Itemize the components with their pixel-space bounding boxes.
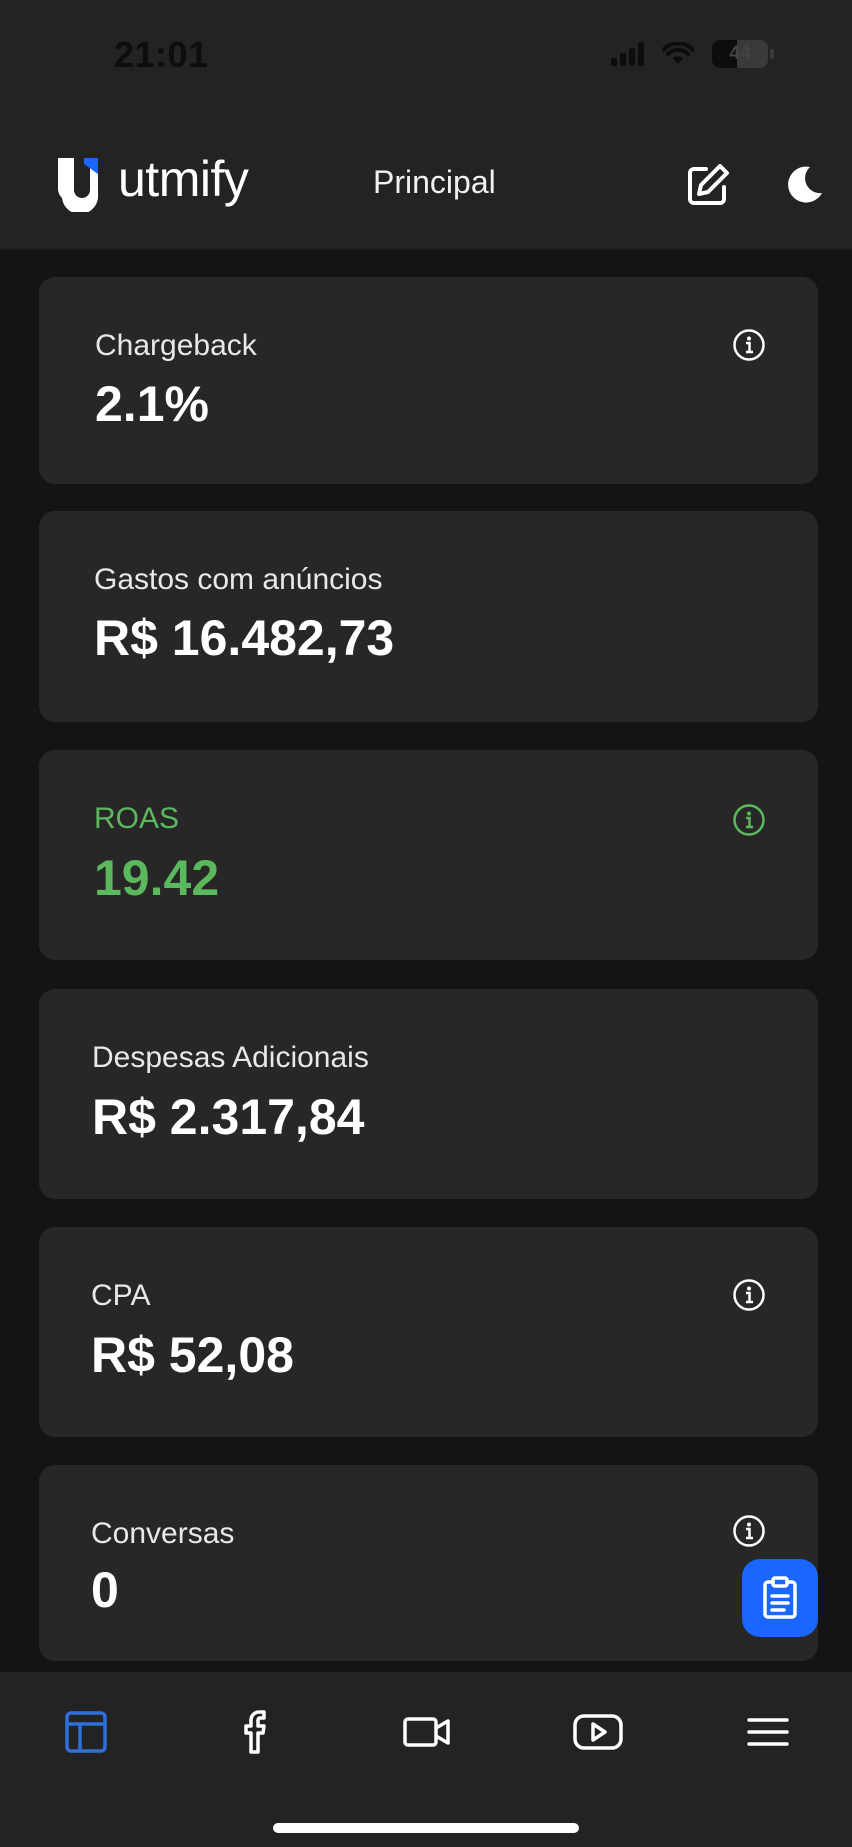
metric-card-chargeback: Chargeback 2.1% [39,277,818,484]
dark-mode-toggle[interactable] [777,158,831,212]
metric-value: 0 [91,1562,119,1618]
metric-value: R$ 16.482,73 [94,610,395,666]
metric-card-cpa: CPA R$ 52,08 [39,1227,818,1437]
metric-label: Despesas Adicionais [92,1041,369,1074]
metric-value: R$ 52,08 [91,1327,294,1383]
nav-video[interactable] [399,1704,455,1760]
status-bar: 21:01 44 [0,0,852,120]
wifi-icon [662,42,694,64]
bottom-nav [0,1672,852,1847]
metric-label: ROAS [94,802,180,835]
dark-mode-moon-icon [788,166,822,203]
metric-value: 19.42 [94,850,220,906]
battery-icon: 44 [712,40,774,68]
nav-menu[interactable] [740,1704,796,1760]
edit-button[interactable] [681,158,735,212]
metric-card-additional-expenses: Despesas Adicionais R$ 2.317,84 [39,989,818,1199]
metric-label: Conversas [91,1517,235,1550]
metric-label: Chargeback [95,329,257,362]
nav-facebook[interactable] [229,1704,285,1760]
logo-mark-icon [58,158,99,212]
logo-text: utmify [118,151,249,207]
facebook-icon [244,1710,266,1754]
metric-label: Gastos com anúncios [94,563,383,596]
status-time: 21:01 [114,34,209,75]
home-indicator [273,1823,579,1833]
metric-card-ad-spend: Gastos com anúncios R$ 16.482,73 [39,511,818,722]
battery-level: 44 [729,43,751,64]
metrics-list[interactable]: Chargeback 2.1% Gastos com anúncios R$ 1… [0,250,852,1672]
dashboard-layout-icon [65,1711,107,1753]
hamburger-menu-icon [747,1718,789,1746]
nav-youtube[interactable] [570,1704,626,1760]
clipboard-icon [763,1576,797,1619]
metric-value: 2.1% [95,376,209,432]
youtube-icon [573,1714,623,1750]
info-icon[interactable] [732,803,766,837]
info-icon[interactable] [732,1278,766,1312]
video-camera-icon [403,1717,450,1747]
edit-icon [688,164,729,205]
nav-dashboard[interactable] [58,1704,114,1760]
info-icon[interactable] [732,1514,766,1548]
utmify-logo[interactable]: utmify [54,151,249,212]
info-icon[interactable] [732,328,766,362]
page-title: Principal [373,164,496,200]
metric-value: R$ 2.317,84 [92,1089,365,1145]
status-icons: 44 [611,40,774,68]
app-header: utmify Principal [0,120,852,250]
clipboard-fab-button[interactable] [742,1559,818,1637]
metric-label: CPA [91,1279,151,1312]
metric-card-roas: ROAS 19.42 [39,750,818,960]
metric-card-conversations: Conversas 0 [39,1465,818,1661]
cellular-signal-icon [611,42,644,66]
